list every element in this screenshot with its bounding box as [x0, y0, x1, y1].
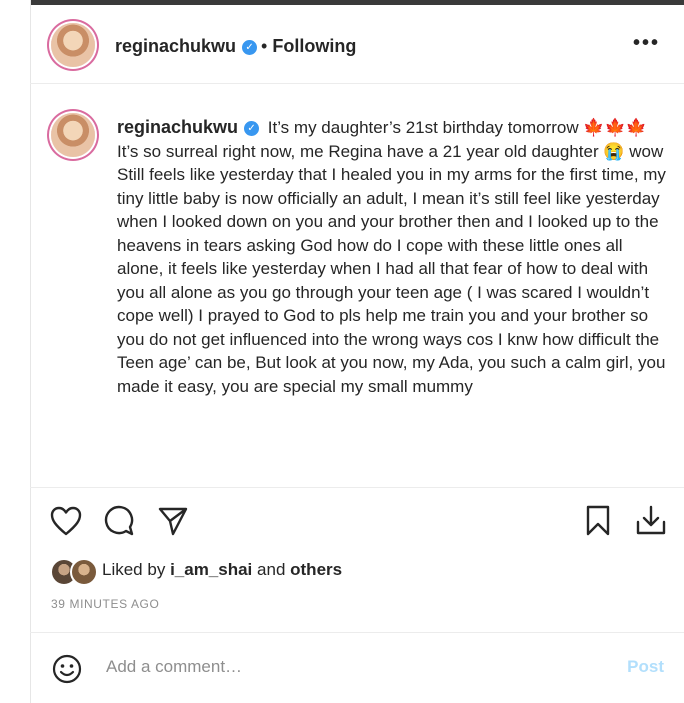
- divider: [30, 487, 684, 488]
- header-username[interactable]: reginachukwu: [115, 36, 236, 56]
- post-header: reginachukwu ✓ • Following •••: [30, 5, 684, 84]
- verified-icon: ✓: [244, 121, 260, 137]
- liked-by-text: Liked by i_am_shai and others: [102, 560, 342, 580]
- heart-icon[interactable]: [50, 506, 82, 536]
- comment-icon[interactable]: [103, 505, 135, 537]
- comment-input[interactable]: [104, 653, 528, 681]
- caption-line: It’s so surreal right now, me Regina hav…: [117, 141, 664, 161]
- caption-avatar[interactable]: [51, 113, 95, 157]
- liked-by-others[interactable]: others: [290, 560, 342, 579]
- post-comment-button[interactable]: Post: [627, 657, 664, 677]
- bookmark-icon[interactable]: [585, 505, 611, 537]
- caption-line: Still feels like yesterday that I healed…: [117, 165, 666, 396]
- download-icon[interactable]: [635, 505, 667, 537]
- caption-username[interactable]: reginachukwu: [117, 117, 238, 137]
- following-button[interactable]: Following: [272, 36, 356, 56]
- liked-by-prefix: Liked by: [102, 560, 166, 579]
- profile-avatar[interactable]: [51, 23, 95, 67]
- caption-line: It’s my daughter’s 21st birthday tomorro…: [267, 118, 647, 137]
- comment-box: Post: [30, 633, 684, 703]
- post-timestamp[interactable]: 39 MINUTES AGO: [51, 597, 159, 611]
- liker-avatar[interactable]: [70, 558, 98, 586]
- liked-by-conjunction: and: [257, 560, 286, 579]
- post-caption: reginachukwu ✓ It’s my daughter’s 21st bi…: [117, 116, 669, 398]
- action-bar: [50, 505, 684, 537]
- header-user-line: reginachukwu ✓ • Following: [115, 36, 356, 57]
- liked-by-user[interactable]: i_am_shai: [170, 560, 252, 579]
- panel-border: [30, 0, 31, 703]
- share-icon[interactable]: [158, 506, 188, 536]
- emoji-icon[interactable]: [52, 654, 82, 684]
- header-separator: •: [261, 36, 268, 56]
- verified-icon: ✓: [242, 39, 258, 55]
- more-icon[interactable]: •••: [633, 32, 660, 55]
